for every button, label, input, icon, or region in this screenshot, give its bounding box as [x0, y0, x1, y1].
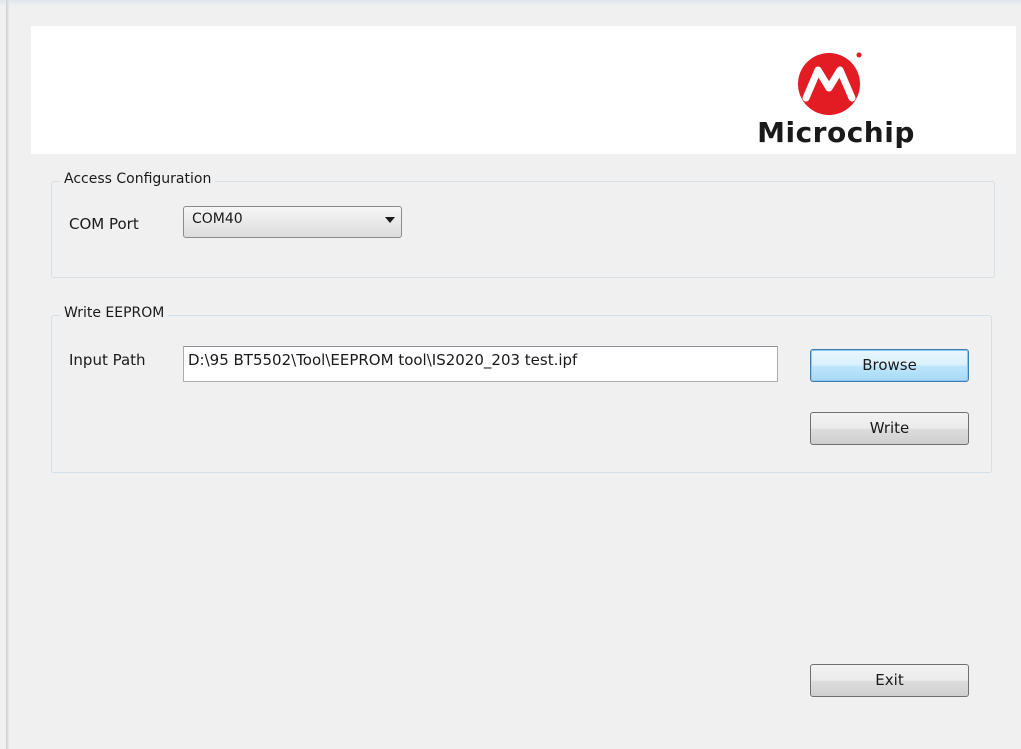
access-configuration-legend: Access Configuration	[60, 171, 216, 187]
write-button[interactable]: Write	[810, 412, 969, 445]
write-eeprom-group: Write EEPROM	[51, 305, 992, 473]
chevron-down-icon[interactable]	[385, 217, 395, 223]
input-path-field[interactable]: D:\95 BT5502\Tool\EEPROM tool\IS2020_203…	[183, 346, 778, 382]
microchip-logo: Microchip	[731, 48, 951, 149]
window-top-edge	[0, 0, 1021, 6]
browse-button[interactable]: Browse	[810, 349, 969, 382]
microchip-logo-text: Microchip	[757, 116, 915, 149]
com-port-select[interactable]: COM40	[183, 206, 402, 238]
window-left-edge	[6, 0, 9, 749]
header-banner: Microchip	[31, 26, 1016, 154]
com-port-select-value: COM40	[192, 211, 243, 227]
eeprom-tool-window: Microchip Access Configuration COM Port …	[0, 0, 1021, 749]
microchip-logo-mark-icon	[798, 52, 862, 115]
exit-button[interactable]: Exit	[810, 664, 969, 697]
com-port-label: COM Port	[69, 215, 139, 233]
write-eeprom-legend: Write EEPROM	[60, 305, 169, 321]
input-path-label: Input Path	[69, 351, 146, 369]
